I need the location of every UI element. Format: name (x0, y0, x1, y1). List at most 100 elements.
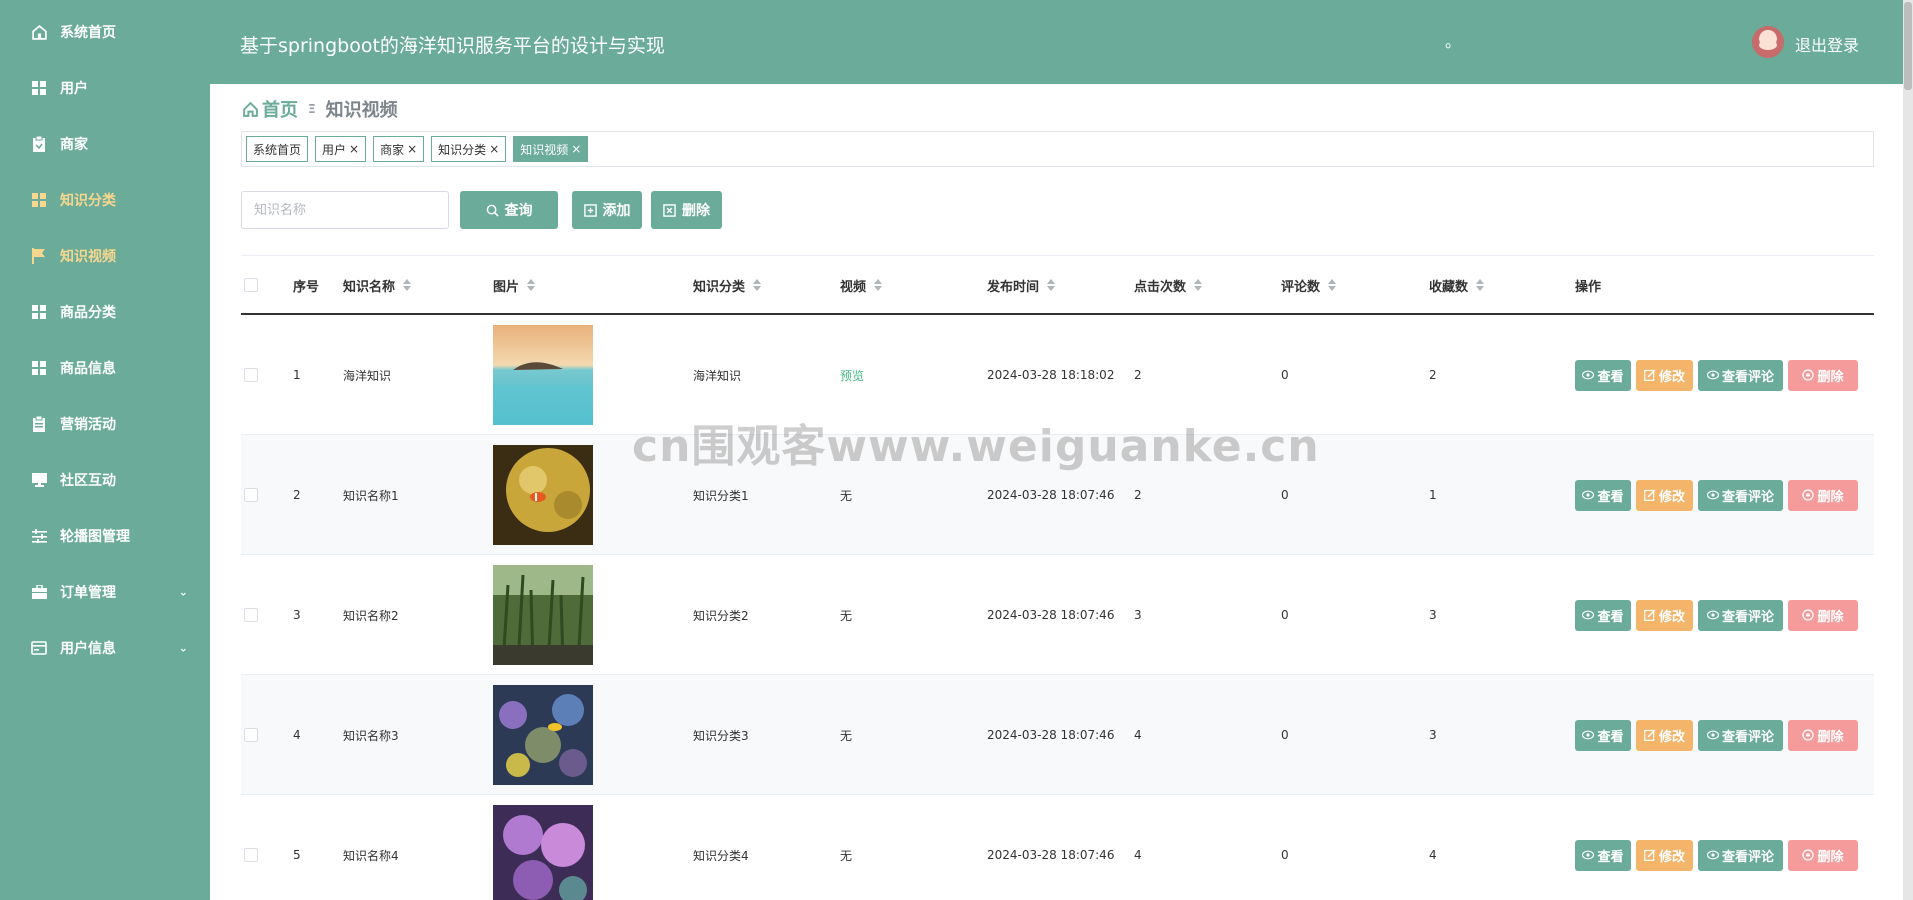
cell-video-preview[interactable]: 预览 (840, 315, 864, 435)
sort-icon[interactable] (874, 279, 883, 291)
cell-image[interactable] (493, 555, 593, 675)
view-button[interactable]: 查看 (1575, 599, 1631, 631)
sort-icon[interactable] (1194, 279, 1203, 291)
close-icon[interactable]: × (407, 142, 417, 156)
view-comments-button[interactable]: 查看评论 (1698, 599, 1783, 631)
sidebar-item-knowledge-category[interactable]: 知识分类 (0, 172, 210, 228)
header-ops: 操作 (1575, 279, 1602, 295)
sidebar-item-carousel[interactable]: 轮播图管理 (0, 508, 210, 564)
header-time[interactable]: 发布时间 (987, 256, 1056, 314)
header-favorites[interactable]: 收藏数 (1429, 256, 1485, 314)
search-icon (486, 204, 499, 217)
sidebar-item-merchants[interactable]: 商家 (0, 116, 210, 172)
video-preview-link[interactable]: 预览 (840, 367, 864, 384)
header-name[interactable]: 知识名称 (343, 256, 412, 314)
sidebar-item-users[interactable]: 用户 (0, 60, 210, 116)
sidebar-item-marketing[interactable]: 营销活动 (0, 396, 210, 452)
select-all-checkbox[interactable] (244, 256, 258, 314)
row-delete-button[interactable]: 删除 (1788, 479, 1858, 511)
view-button[interactable]: 查看 (1575, 719, 1631, 751)
edit-icon (1644, 849, 1656, 861)
eye-icon (1706, 850, 1719, 860)
row-checkbox[interactable] (244, 435, 258, 555)
view-button[interactable]: 查看 (1575, 359, 1631, 391)
header-image[interactable]: 图片 (493, 256, 536, 314)
sort-icon[interactable] (753, 279, 762, 291)
row-checkbox[interactable] (244, 315, 258, 435)
cell-category: 知识分类4 (693, 848, 749, 863)
query-button[interactable]: 查询 (460, 191, 558, 229)
sort-icon[interactable] (1047, 279, 1056, 291)
knowledge-image[interactable] (493, 325, 593, 425)
header-clicks[interactable]: 点击次数 (1134, 256, 1203, 314)
logout-button[interactable]: 退出登录 (1795, 32, 1859, 56)
close-icon[interactable]: × (349, 142, 359, 156)
sidebar-item-product-info[interactable]: 商品信息 (0, 340, 210, 396)
eye-icon (1582, 850, 1595, 860)
sort-icon[interactable] (1328, 279, 1337, 291)
knowledge-image[interactable] (493, 685, 593, 785)
knowledge-name-search-input[interactable] (241, 191, 449, 229)
view-button[interactable]: 查看 (1575, 479, 1631, 511)
add-button[interactable]: 添加 (572, 191, 642, 229)
tag-knowledge-category[interactable]: 知识分类 × (431, 136, 507, 162)
tag-knowledge-video[interactable]: 知识视频 × (513, 136, 589, 162)
row-delete-button[interactable]: 删除 (1788, 599, 1858, 631)
clipboard-icon (30, 415, 48, 433)
sidebar-item-label: 订单管理 (60, 585, 116, 601)
sort-icon[interactable] (1476, 279, 1485, 291)
row-delete-button[interactable]: 删除 (1788, 839, 1858, 871)
tag-merchants[interactable]: 商家 × (373, 136, 425, 162)
edit-button[interactable]: 修改 (1636, 599, 1693, 631)
delete-button[interactable]: 删除 (651, 191, 722, 229)
view-comments-button[interactable]: 查看评论 (1698, 479, 1783, 511)
scrollbar-thumb[interactable] (1904, 2, 1912, 90)
breadcrumb-home-label: 首页 (262, 100, 298, 121)
row-delete-button[interactable]: 删除 (1788, 719, 1858, 751)
cell-image[interactable] (493, 435, 593, 555)
knowledge-image[interactable] (493, 565, 593, 665)
header-video[interactable]: 视频 (840, 256, 883, 314)
cell-image[interactable] (493, 315, 593, 435)
eye-icon (1706, 610, 1719, 620)
knowledge-image[interactable] (493, 445, 593, 545)
table-row: 5 知识名称4 知识分类4 无 2024-03-28 18:07:46 4 0 … (241, 795, 1874, 900)
header-category[interactable]: 知识分类 (693, 256, 762, 314)
row-checkbox[interactable] (244, 675, 258, 795)
cell-favorites: 4 (1429, 848, 1437, 862)
edit-button[interactable]: 修改 (1636, 719, 1693, 751)
edit-button[interactable]: 修改 (1636, 359, 1693, 391)
sort-icon[interactable] (403, 279, 412, 291)
view-button[interactable]: 查看 (1575, 839, 1631, 871)
cell-name: 知识名称2 (343, 608, 399, 623)
knowledge-image[interactable] (493, 805, 593, 900)
page-scrollbar[interactable] (1903, 0, 1913, 900)
view-comments-button[interactable]: 查看评论 (1698, 359, 1783, 391)
edit-button[interactable]: 修改 (1636, 839, 1693, 871)
edit-button[interactable]: 修改 (1636, 479, 1693, 511)
chevron-down-icon: ⌄ (178, 585, 188, 599)
sidebar-item-orders[interactable]: 订单管理 ⌄ (0, 564, 210, 620)
sort-icon[interactable] (527, 279, 536, 291)
cell-image[interactable] (493, 675, 593, 795)
eye-icon (1706, 490, 1719, 500)
sidebar-item-user-info[interactable]: 用户信息 ⌄ (0, 620, 210, 676)
sidebar-item-home[interactable]: 系统首页 (0, 4, 210, 60)
close-icon[interactable]: × (489, 142, 499, 156)
row-delete-button[interactable]: 删除 (1788, 359, 1858, 391)
sidebar-item-knowledge-video[interactable]: 知识视频 (0, 228, 210, 284)
breadcrumb-home[interactable]: 首页 (242, 96, 298, 122)
sidebar-item-community[interactable]: 社区互动 (0, 452, 210, 508)
tag-home[interactable]: 系统首页 (246, 136, 309, 162)
tag-users[interactable]: 用户 × (315, 136, 367, 162)
view-comments-button[interactable]: 查看评论 (1698, 719, 1783, 751)
close-icon[interactable]: × (571, 142, 581, 156)
cell-index: 1 (293, 368, 301, 382)
cell-image[interactable] (493, 795, 593, 900)
avatar[interactable] (1752, 26, 1784, 58)
header-comments[interactable]: 评论数 (1281, 256, 1337, 314)
view-comments-button[interactable]: 查看评论 (1698, 839, 1783, 871)
row-checkbox[interactable] (244, 795, 258, 900)
row-checkbox[interactable] (244, 555, 258, 675)
sidebar-item-product-category[interactable]: 商品分类 (0, 284, 210, 340)
